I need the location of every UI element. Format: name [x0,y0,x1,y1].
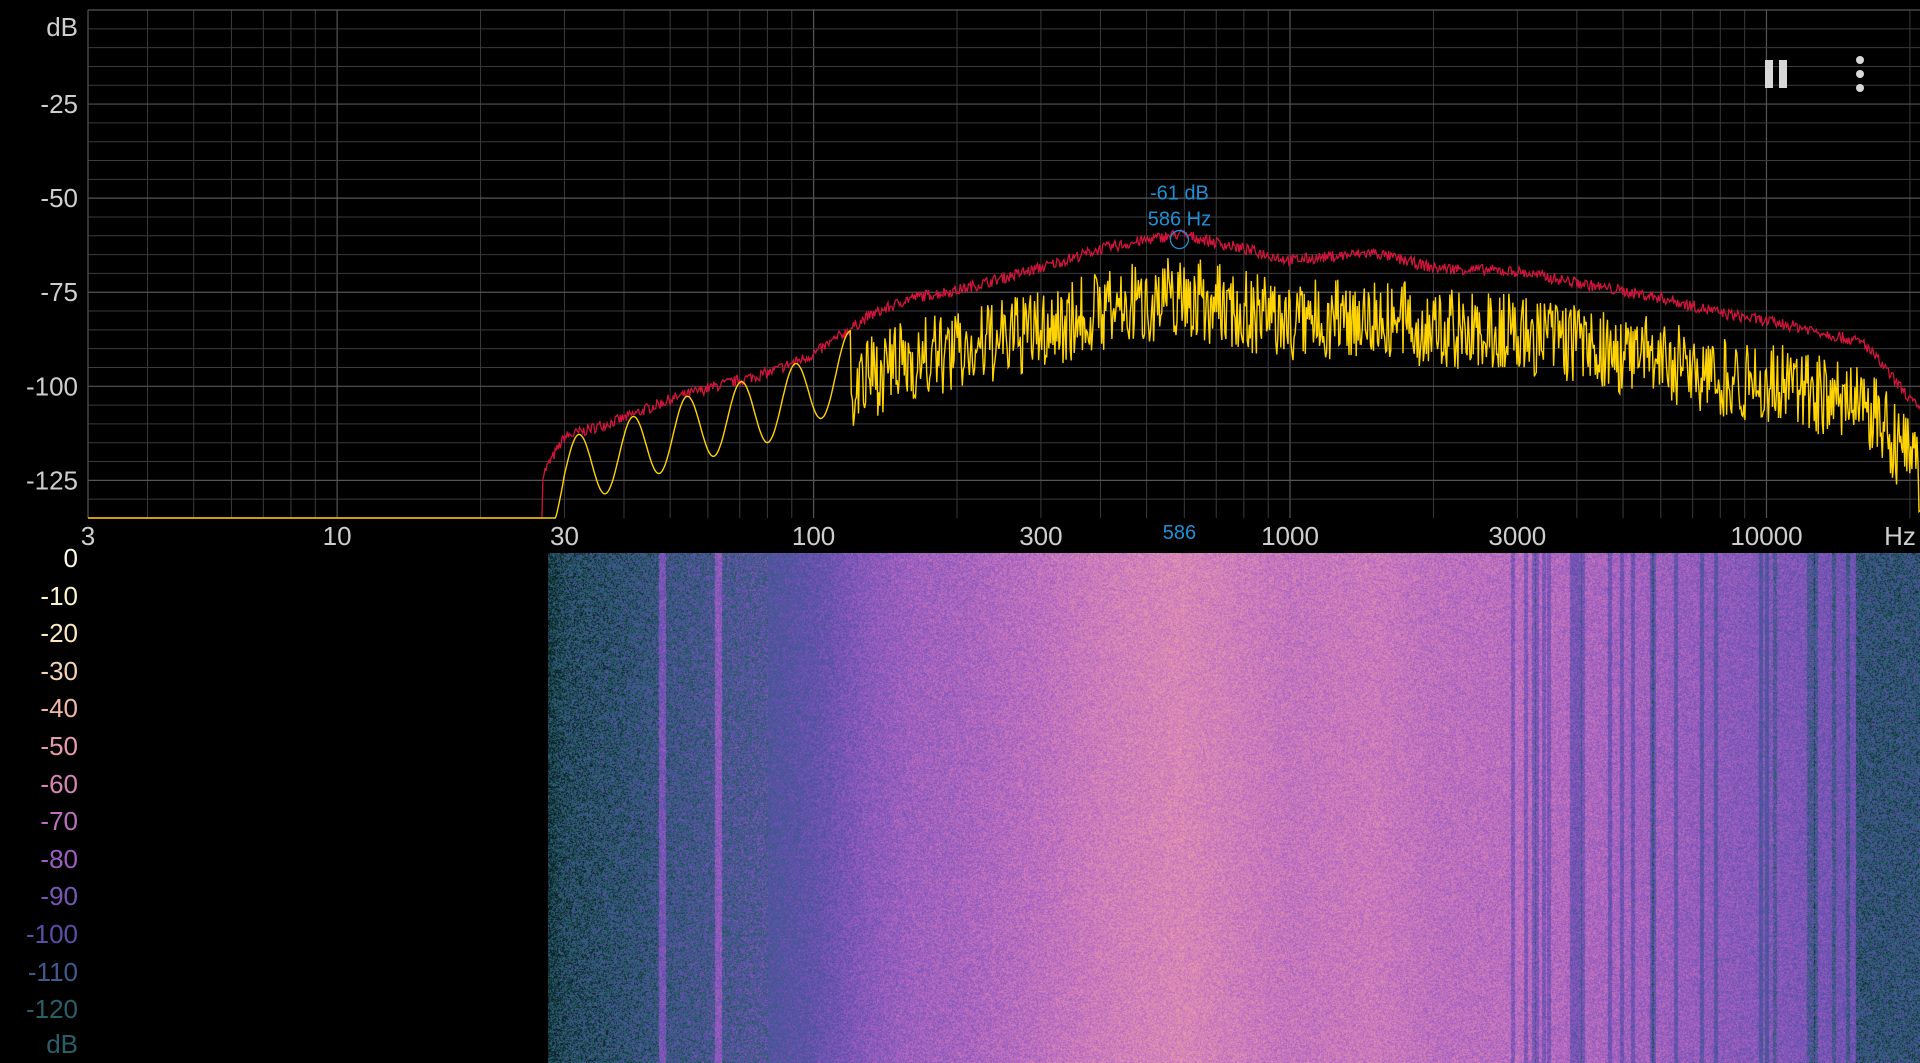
x-tick-label: 300 [1019,521,1062,550]
y-tick-label: -75 [40,277,78,307]
spectrogram-scale-label: -10 [40,580,78,611]
x-tick-label: 100 [792,521,835,550]
peak-hz-label: 586 Hz [1148,209,1211,231]
more-vert-icon [1856,53,1864,95]
spectrogram-scale-label: -80 [40,843,78,874]
spectrum-chart[interactable]: dB -25 -50 -75 -100 -125 3 10 30 100 300 1000 3000 1… [0,0,1920,550]
peak-db-label: -61 dB [1150,183,1209,205]
x-tick-label: 10000 [1730,521,1802,550]
spectrogram-scale-label: -100 [25,919,78,949]
more-options-button[interactable] [1834,48,1886,100]
y-tick-label: -125 [26,465,78,495]
spectrogram-scale-label: -70 [40,806,78,837]
x-tick-label: 3000 [1488,521,1546,550]
spectrogram-scale-label: -60 [40,768,78,799]
spectrogram-scale-label: -90 [40,881,78,912]
spectrum-grid [87,9,1920,518]
spectrogram-scale-label: -50 [40,731,78,761]
spectrogram-waterfall [548,553,1920,1063]
x-tick-label: 10 [323,521,352,550]
y-tick-label: -50 [40,183,78,213]
spectrogram-scale-label: 0 [63,543,78,573]
y-tick-label: -25 [40,89,78,119]
x-axis-unit: Hz [1884,521,1916,550]
y-axis-labels: dB -25 -50 -75 -100 -125 [26,12,78,495]
x-tick-label: 30 [550,521,579,550]
spectrogram-scale-label: -20 [40,618,78,649]
spectrogram-panel[interactable]: 0 -10 -20 -30 -40 -50 -60 -70 -80 -90 -100 -110 -120… [0,543,1920,1063]
y-tick-label: -100 [26,371,78,401]
x-tick-label: 3 [81,521,95,550]
y-axis-unit: dB [46,12,78,42]
x-axis-labels: 3 10 30 100 300 1000 3000 10000 Hz [81,521,1916,550]
spectrogram-scale-unit: dB [46,1029,78,1059]
x-tick-label: 1000 [1261,521,1319,550]
spectrogram-scale-label: -120 [25,994,78,1025]
spectrogram-scale-label: -110 [27,956,78,987]
peak-axis-label: 586 [1163,522,1196,544]
spectrogram-scale-label: -40 [40,693,78,724]
pause-icon [1762,60,1790,88]
pause-button[interactable] [1750,48,1802,100]
spectrogram-scale-label: -30 [40,655,78,686]
